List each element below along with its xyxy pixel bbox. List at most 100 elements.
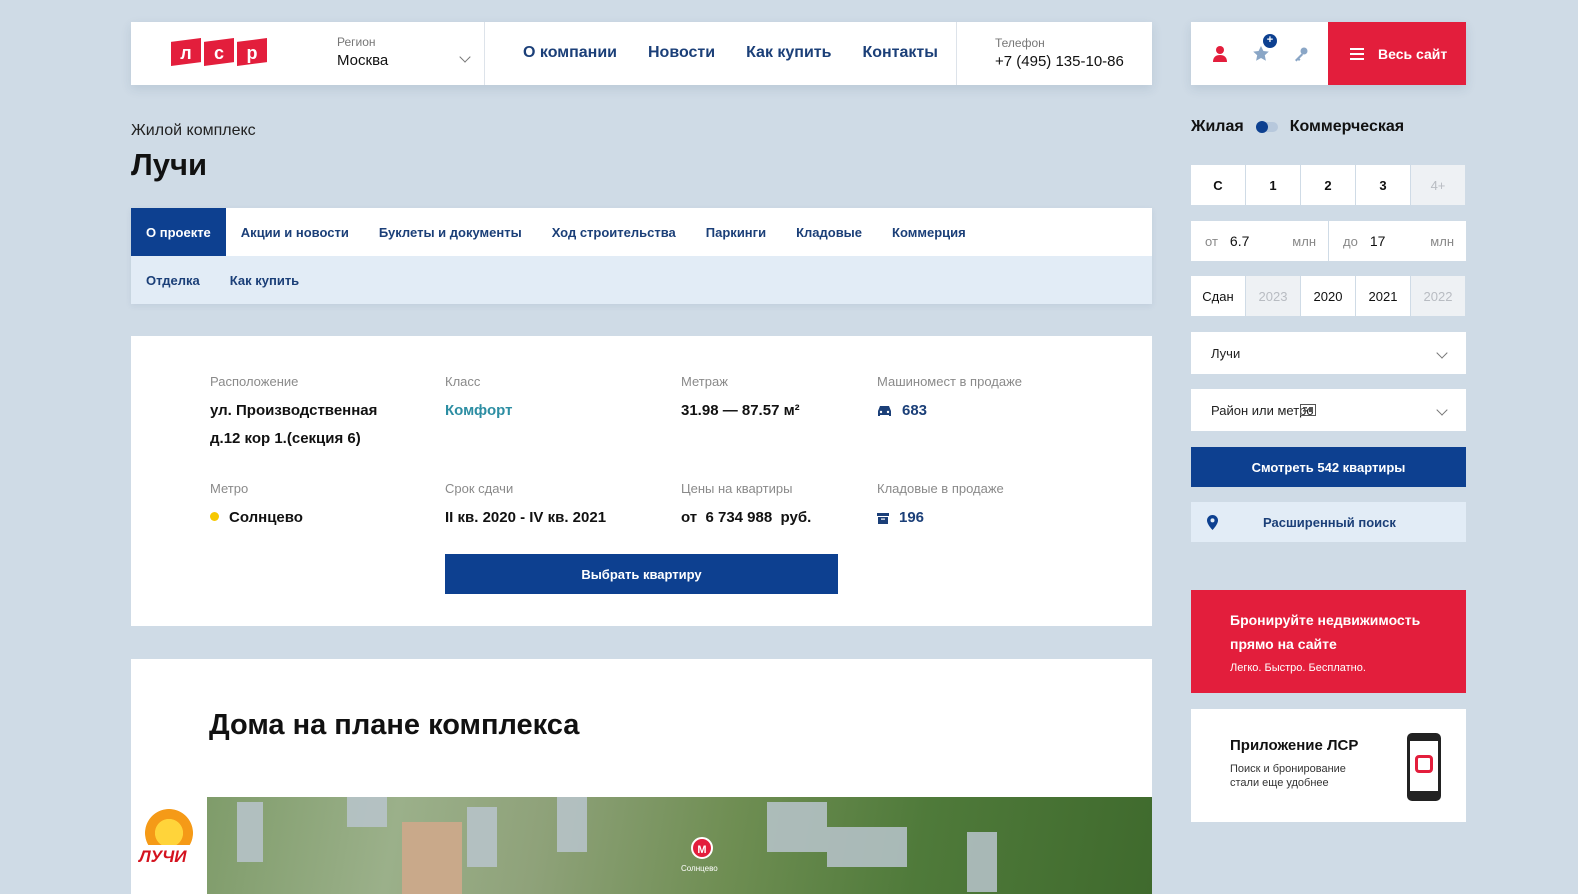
app-subtitle: Поиск и бронирование стали еще удобнее: [1230, 762, 1370, 790]
room-2[interactable]: 2: [1301, 165, 1355, 205]
storage-label: Кладовые в продаже: [877, 481, 1004, 496]
parking-link[interactable]: 683: [877, 397, 1022, 425]
complex-select[interactable]: Лучи: [1191, 332, 1466, 374]
car-icon: [878, 406, 891, 416]
booking-promo-banner[interactable]: Бронируйте недвижимость прямо на сайте Л…: [1191, 590, 1466, 693]
building[interactable]: [767, 802, 827, 852]
year-2021[interactable]: 2021: [1356, 276, 1410, 316]
advanced-search-label: Расширенный поиск: [1263, 514, 1396, 530]
page-title: Лучи: [131, 147, 208, 182]
user-toolbar: + Весь сайт: [1191, 22, 1466, 85]
type-toggle[interactable]: [1255, 121, 1278, 133]
tab-how-to-buy[interactable]: Как купить: [215, 273, 314, 288]
building[interactable]: [347, 797, 387, 827]
tab-commercial[interactable]: Коммерция: [877, 208, 981, 256]
aerial-plan-image[interactable]: М Солнцево: [207, 797, 1152, 894]
district-metro-placeholder: Район или метро: [1211, 402, 1314, 418]
building[interactable]: [967, 832, 997, 892]
complex-type: Жилой комплекс: [131, 122, 256, 139]
price-to-label: до: [1343, 233, 1358, 249]
box-icon: [877, 512, 889, 524]
menu-label: Весь сайт: [1378, 45, 1448, 62]
commercial-label[interactable]: Коммерческая: [1290, 118, 1404, 136]
building-highlighted[interactable]: [402, 822, 462, 894]
luchi-logo-text: ЛУЧИ: [139, 847, 187, 866]
deadline-label: Срок сдачи: [445, 481, 514, 496]
choose-apartment-button[interactable]: Выбрать квартиру: [445, 554, 838, 594]
site-header: л с р Регион Москва О компании Новости К…: [131, 22, 1152, 85]
tab-construction[interactable]: Ход строительства: [537, 208, 691, 256]
show-apartments-button[interactable]: Смотреть 542 квартиры: [1191, 447, 1466, 487]
district-metro-select[interactable]: Район или метро: [1191, 389, 1466, 431]
chevron-down-icon[interactable]: [459, 51, 471, 63]
metro-value: Солнцево: [229, 509, 303, 526]
district-metro-row: Район или метро: [1211, 403, 1316, 418]
metro-label: Метро: [210, 481, 249, 496]
phone-block[interactable]: Телефон +7 (495) 135-10-86: [995, 36, 1124, 70]
nav-news[interactable]: Новости: [648, 44, 715, 62]
lsr-logo[interactable]: л с р: [171, 38, 267, 66]
storage-value: 196: [899, 509, 925, 526]
area-block: Метраж 31.98 — 87.57 м²: [681, 374, 800, 425]
map-list-icon: [1299, 404, 1316, 416]
price-from-label: от: [1205, 233, 1218, 249]
nav-how-to-buy[interactable]: Как купить: [746, 44, 831, 62]
room-studio[interactable]: С: [1191, 165, 1245, 205]
year-2022[interactable]: 2022: [1411, 276, 1465, 316]
divider: [956, 22, 957, 85]
user-icon[interactable]: [1212, 45, 1228, 62]
nav-about[interactable]: О компании: [523, 44, 617, 62]
building[interactable]: [237, 802, 263, 862]
app-subtitle-line2: стали еще удобнее: [1230, 777, 1329, 789]
chevron-down-icon: [1436, 347, 1448, 359]
tab-about[interactable]: О проекте: [131, 208, 226, 256]
building[interactable]: [467, 807, 497, 867]
region-selector[interactable]: Регион Москва: [337, 35, 388, 69]
chevron-down-icon: [1436, 404, 1448, 416]
location-line1: ул. Производственная: [210, 402, 378, 419]
building[interactable]: [557, 797, 587, 852]
tab-finishing[interactable]: Отделка: [131, 273, 215, 288]
tab-promos-news[interactable]: Акции и новости: [226, 208, 364, 256]
residential-label[interactable]: Жилая: [1191, 118, 1244, 136]
full-site-menu-button[interactable]: Весь сайт: [1328, 22, 1466, 85]
promo-subtitle: Легко. Быстро. Бесплатно.: [1230, 662, 1366, 674]
project-info-card: Расположение ул. Производственная д.12 к…: [131, 336, 1152, 626]
key-icon[interactable]: [1293, 46, 1309, 62]
logo-letter: л: [171, 38, 201, 66]
room-1[interactable]: 1: [1246, 165, 1300, 205]
price-to-field[interactable]: до 17 млн: [1329, 221, 1466, 261]
year-2023[interactable]: 2023: [1246, 276, 1300, 316]
deadline-value: II кв. 2020 - IV кв. 2021: [445, 509, 607, 526]
metro-marker-icon[interactable]: М: [691, 837, 713, 859]
year-filter: Сдан 2023 2020 2021 2022: [1191, 276, 1465, 316]
mobile-app-banner[interactable]: Приложение ЛСР Поиск и бронирование стал…: [1191, 709, 1466, 822]
storage-link[interactable]: 196: [877, 504, 1004, 532]
year-delivered[interactable]: Сдан: [1191, 276, 1245, 316]
project-tabs: О проекте Акции и новости Буклеты и доку…: [131, 208, 1152, 304]
price-value: от 6 734 988 руб.: [681, 509, 812, 526]
room-3[interactable]: 3: [1356, 165, 1410, 205]
area-label: Метраж: [681, 374, 728, 389]
price-to-value: 17: [1369, 233, 1386, 249]
tabs-row-primary: О проекте Акции и новости Буклеты и доку…: [131, 208, 981, 256]
logo-letter: с: [204, 38, 234, 66]
room-4plus[interactable]: 4+: [1411, 165, 1465, 205]
app-logo-icon: [1415, 755, 1433, 773]
price-from-field[interactable]: от 6.7 млн: [1191, 221, 1328, 261]
class-value-link[interactable]: Комфорт: [445, 397, 512, 425]
tab-storage[interactable]: Кладовые: [781, 208, 877, 256]
area-value: 31.98 — 87.57 м²: [681, 402, 800, 419]
location-block: Расположение ул. Производственная д.12 к…: [210, 374, 377, 453]
storage-block: Кладовые в продаже 196: [877, 481, 1004, 532]
building[interactable]: [827, 827, 907, 867]
price-from-value: 6.7: [1229, 233, 1250, 249]
tab-parking[interactable]: Паркинги: [691, 208, 781, 256]
rooms-filter: С 1 2 3 4+: [1191, 165, 1465, 205]
year-2020[interactable]: 2020: [1301, 276, 1355, 316]
advanced-search-button[interactable]: Расширенный поиск: [1191, 502, 1466, 542]
tab-booklets[interactable]: Буклеты и документы: [364, 208, 537, 256]
location-line2: д.12 кор 1.(секция 6): [210, 430, 361, 447]
plus-badge-icon: +: [1263, 34, 1277, 48]
nav-contacts[interactable]: Контакты: [862, 44, 937, 62]
